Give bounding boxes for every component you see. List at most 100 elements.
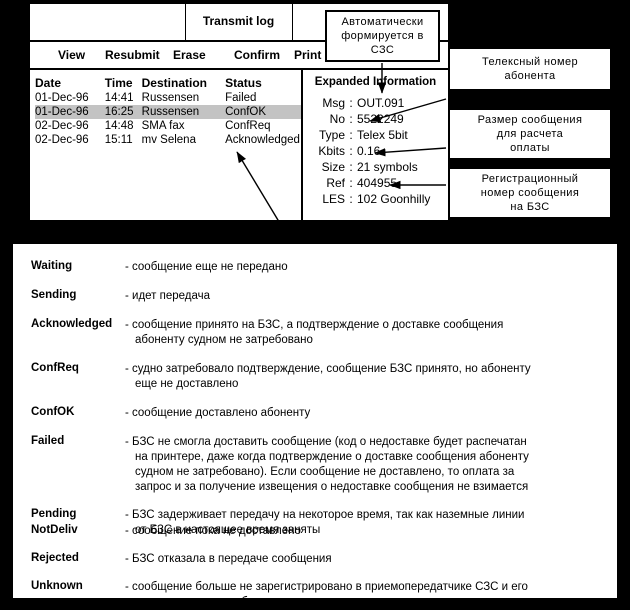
callout-line: для расчета xyxy=(496,128,564,140)
legend-description: - сообщение больше не зарегистрировано в… xyxy=(125,580,605,610)
legend-description: - сообщение принято на БЗС, а подтвержде… xyxy=(125,318,605,348)
menu-item-confirm[interactable]: Confirm xyxy=(234,48,280,62)
legend-term: Pending xyxy=(31,508,77,520)
info-field-size: Size:21 symbols xyxy=(307,160,430,176)
info-key-msg: Msg xyxy=(322,96,345,110)
cell-date: 01-Dec-96 xyxy=(35,92,89,104)
info-separator: : xyxy=(349,160,353,174)
legend-term: ConfOK xyxy=(31,406,75,418)
legend-term: Unknown xyxy=(31,580,83,592)
callout-registration-number: Регистрационный номер сообщения на БЗС xyxy=(448,167,612,219)
legend-description: - сообщение еще не передано xyxy=(125,260,605,275)
cell-time: 14:48 xyxy=(104,120,134,132)
callout-line: абонента xyxy=(504,70,556,82)
titlebar-divider-right xyxy=(292,4,293,40)
cell-status: Failed xyxy=(225,92,257,104)
info-value-msg: OUT.091 xyxy=(357,96,405,110)
legend-line: судном не затребовано). Если сообщение н… xyxy=(135,466,515,478)
info-separator: : xyxy=(349,176,353,190)
legend-line: - сообщение пока не доставлено xyxy=(125,525,301,537)
info-separator: : xyxy=(349,96,353,110)
legend-line: - сообщение принято на БЗС, а подтвержде… xyxy=(125,319,504,331)
legend-term: NotDeliv xyxy=(31,524,78,536)
info-value-ref: 404955 xyxy=(357,176,398,190)
table-row[interactable]: 02-Dec-96 14:48 SMA fax ConfReq xyxy=(35,119,301,133)
menu-item-erase[interactable]: Erase xyxy=(173,48,206,62)
legend-line: - сообщение еще не передано xyxy=(125,261,288,273)
column-header-status[interactable]: Status xyxy=(225,76,301,91)
transmit-log-table: Date Time Destination Status 01-Dec-96 1… xyxy=(35,76,301,147)
cell-time: 15:11 xyxy=(104,134,133,146)
info-key-no: No xyxy=(329,112,345,126)
info-value-no: 5522249 xyxy=(357,112,404,126)
info-value-kbits: 0.16 xyxy=(357,144,381,158)
legend-term: Acknowledged xyxy=(31,318,113,330)
menu-item-resubmit[interactable]: Resubmit xyxy=(105,48,160,62)
legend-term: Failed xyxy=(31,435,65,447)
legend-term: Rejected xyxy=(31,552,79,564)
menu-item-print[interactable]: Print xyxy=(294,48,321,62)
cell-destination: SMA fax xyxy=(141,120,185,132)
table-row-selected[interactable]: 01-Dec-96 16:25 Russensen ConfOK xyxy=(35,105,301,119)
cell-status: Acknowledged xyxy=(225,134,300,146)
legend-line: окончательная судьба не известна. xyxy=(135,596,325,608)
legend-description: - БЗС не смогла доставить сообщение (код… xyxy=(125,435,605,495)
info-field-msg: Msg: OUT.091 xyxy=(307,96,430,112)
callout-line: номер сообщения xyxy=(480,187,580,199)
info-separator: : xyxy=(349,144,353,158)
callout-line: формируется в xyxy=(341,30,424,42)
info-field-kbits: Kbits:0.16 xyxy=(307,144,430,160)
info-field-no: No:5522249 xyxy=(307,112,430,128)
callout-line: Регистрационный xyxy=(481,173,579,185)
legend-description: - сообщение доставлено абоненту xyxy=(125,406,605,421)
cell-date: 02-Dec-96 xyxy=(35,120,89,132)
cell-time: 14:41 xyxy=(104,92,134,104)
legend-line: запрос и за получение извещения о недост… xyxy=(135,481,529,493)
info-field-type: Type: Telex 5bit xyxy=(307,128,430,144)
info-value-type: Telex 5bit xyxy=(357,128,408,142)
legend-line: - идет передача xyxy=(125,290,211,302)
info-key-ref: Ref xyxy=(326,176,345,190)
callout-auto-generated: Автоматически формируется в СЗС xyxy=(325,10,440,62)
callout-line: на БЗС xyxy=(510,201,550,213)
column-header-date[interactable]: Date xyxy=(35,76,105,91)
expanded-information-title: Expanded Information xyxy=(314,76,437,88)
callout-message-size: Размер сообщения для расчета оплаты xyxy=(448,108,612,160)
callout-line: оплаты xyxy=(510,142,550,154)
column-header-destination[interactable]: Destination xyxy=(142,76,225,91)
menu-item-view[interactable]: View xyxy=(58,48,85,62)
legend-description: - идет передача xyxy=(125,289,605,304)
callout-telex-number: Телексный номер абонента xyxy=(448,47,612,91)
info-separator: : xyxy=(349,192,353,206)
callout-line: Автоматически xyxy=(341,16,424,28)
info-key-type: Type xyxy=(318,128,345,142)
info-key-les: LES xyxy=(322,192,345,206)
legend-line: - судно затребовало подтверждение, сообщ… xyxy=(125,363,531,375)
transmit-log-list-pane: Date Time Destination Status 01-Dec-96 1… xyxy=(30,70,303,220)
cell-status: ConfOK xyxy=(225,105,301,119)
table-header-row: Date Time Destination Status xyxy=(35,76,301,91)
table-row[interactable]: 01-Dec-96 14:41 Russensen Failed xyxy=(35,91,301,105)
expanded-information-fields: Msg: OUT.091 No:5522249 Type: Telex 5bit K… xyxy=(307,96,430,208)
legend-line: - БЗС отказала в передаче сообщения xyxy=(125,553,332,565)
legend-line: - сообщение больше не зарегистрировано в… xyxy=(125,581,528,593)
window-content: Date Time Destination Status 01-Dec-96 1… xyxy=(30,70,448,220)
table-row[interactable]: 02-Dec-96 15:11 mv Selena Acknowledged xyxy=(35,133,301,147)
legend-line: абоненту судном не затребовано xyxy=(135,334,313,346)
cell-destination: Russensen xyxy=(141,105,226,119)
info-value-les: 102 Goonhilly xyxy=(357,192,431,206)
legend-line: еще не доставлено xyxy=(135,378,239,390)
legend-description: - сообщение пока не доставлено xyxy=(125,524,605,539)
cell-status: ConfReq xyxy=(225,120,271,132)
legend-line: - БЗС не смогла доставить сообщение (код… xyxy=(125,436,527,448)
callout-line: Размер сообщения xyxy=(477,114,583,126)
column-header-time[interactable]: Time xyxy=(105,76,142,91)
status-legend-panel: Waiting - сообщение еще не передано Send… xyxy=(13,244,617,608)
legend-line: - сообщение доставлено абоненту xyxy=(125,407,311,419)
legend-term: Sending xyxy=(31,289,77,301)
info-field-ref: Ref:404955 xyxy=(307,176,430,192)
legend-term: Waiting xyxy=(31,260,73,272)
cell-date: 01-Dec-96 xyxy=(35,105,105,119)
info-field-les: LES:102 Goonhilly xyxy=(307,192,430,208)
info-key-size: Size xyxy=(321,160,345,174)
